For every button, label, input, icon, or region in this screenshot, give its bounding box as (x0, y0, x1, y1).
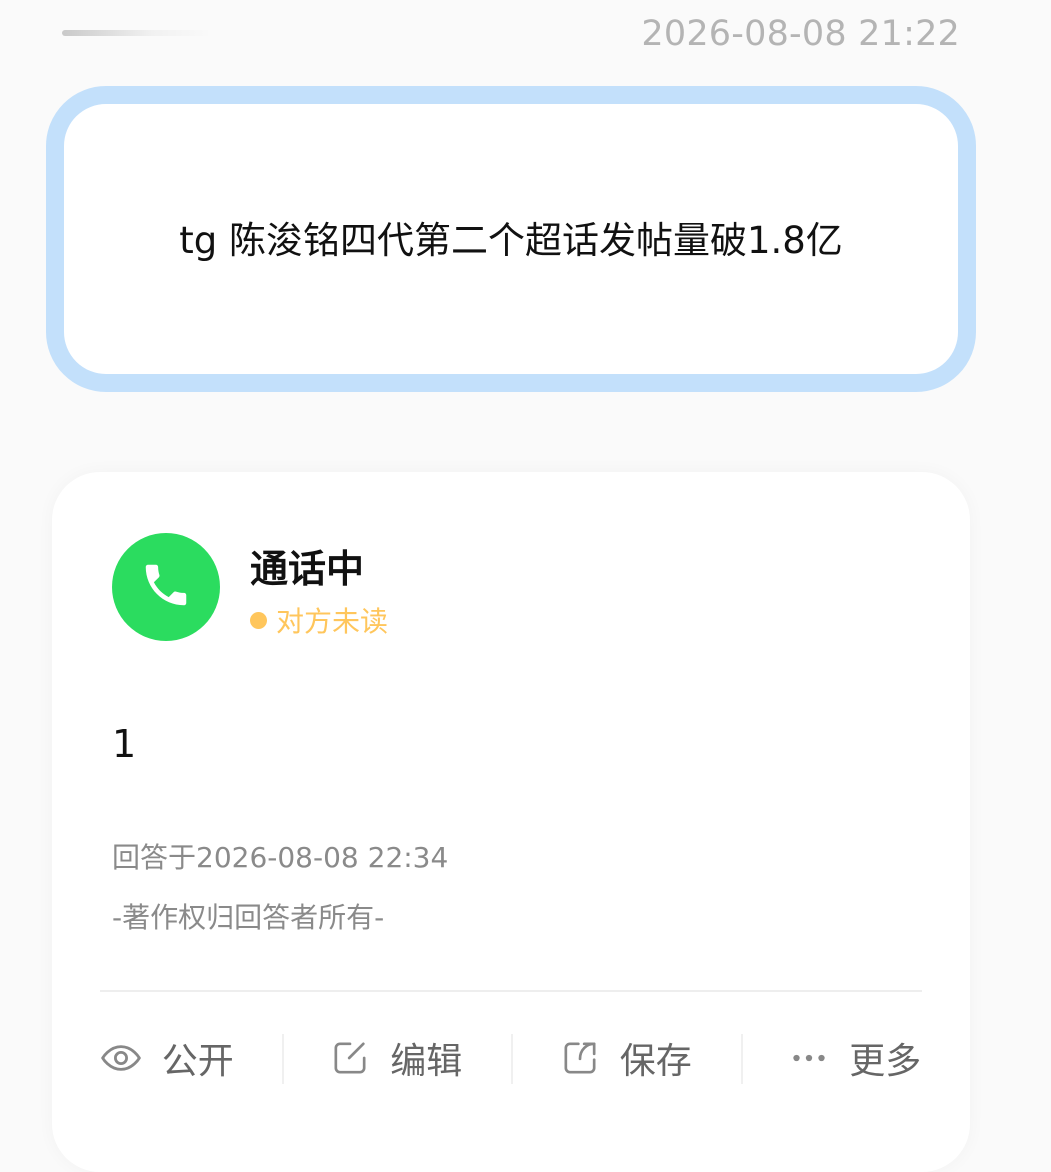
edit-label: 编辑 (390, 1041, 463, 1082)
read-status: 对方未读 (250, 600, 388, 640)
save-button[interactable]: 保存 (511, 1028, 741, 1088)
public-button[interactable]: 公开 (52, 1028, 282, 1088)
edit-icon (330, 1038, 370, 1078)
answer-card: 通话中 对方未读 1 回答于2026-08-08 22:34 -著作权归回答者所… (52, 472, 970, 1172)
eye-icon (100, 1037, 142, 1079)
read-status-text: 对方未读 (276, 605, 389, 638)
save-label: 保存 (619, 1041, 692, 1082)
message-timestamp: 2026-08-08 21:22 (641, 14, 960, 54)
message-header: 2026-08-08 21:22 (0, 0, 1051, 70)
edit-button[interactable]: 编辑 (281, 1028, 512, 1088)
action-bar: 公开 编辑 保存 更多 (52, 1028, 970, 1088)
public-label: 公开 (161, 1041, 234, 1082)
more-label: 更多 (849, 1041, 922, 1082)
answer-timestamp: 回答于2026-08-08 22:34 (112, 841, 449, 874)
copyright-notice: -著作权归回答者所有- (112, 901, 385, 934)
sender-name-redacted (62, 30, 212, 36)
share-icon (560, 1038, 600, 1078)
phone-icon (139, 558, 193, 616)
divider (100, 990, 922, 992)
more-icon (789, 1038, 829, 1078)
question-text: tg 陈浚铭四代第二个超话发帖量破1.8亿 (179, 219, 843, 262)
answer-content: 1 (112, 722, 137, 766)
more-button[interactable]: 更多 (740, 1028, 971, 1088)
answerer-avatar[interactable] (112, 533, 220, 641)
status-dot (250, 611, 267, 629)
answerer-name[interactable]: 通话中 (250, 538, 364, 593)
question-card[interactable]: tg 陈浚铭四代第二个超话发帖量破1.8亿 (46, 86, 976, 392)
